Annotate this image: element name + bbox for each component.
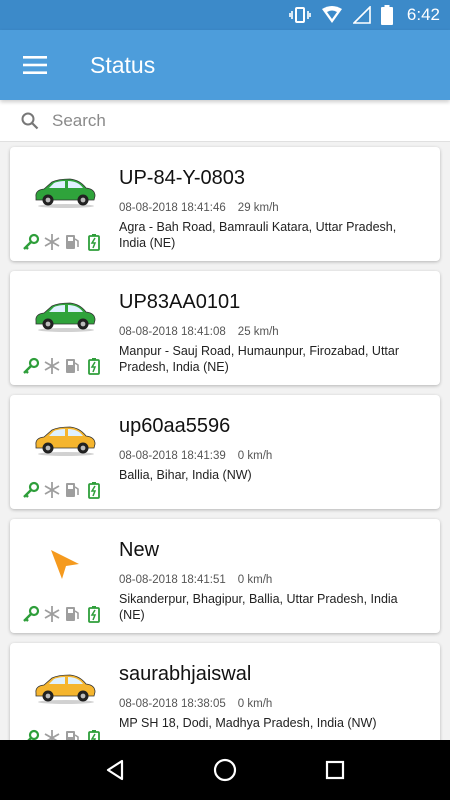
vehicle-address: Manpur - Sauj Road, Humaunpur, Firozabad… [119,344,399,374]
vehicle-address: Sikanderpur, Bhagipur, Ballia, Uttar Pra… [119,592,398,622]
recents-square-icon [325,760,345,780]
battery-charging-icon [85,729,103,740]
menu-button[interactable] [0,30,70,100]
vibrate-icon [289,7,311,23]
yellow-car-icon [32,663,98,713]
vehicle-speed: 25 km/h [237,326,279,338]
vehicle-name: up60aa5596 [119,415,231,437]
last-update-timestamp: 08-08-2018 18:41:39 [119,450,226,462]
green-car-icon [32,167,98,217]
vehicle-meta: 08-08-2018 18:41:51 0 km/h [119,574,272,586]
battery-charging-icon [85,605,103,623]
fuel-pump-icon [64,729,82,740]
vehicle-address: Ballia, Bihar, India (NW) [119,468,252,482]
battery-icon [380,5,393,25]
last-update-timestamp: 08-08-2018 18:41:08 [119,326,226,338]
recents-button[interactable] [315,750,355,790]
status-badges [22,481,103,499]
search-icon [21,112,39,129]
yellow-car-icon [32,415,98,465]
search-bar [0,100,450,142]
vehicle-card[interactable]: up60aa5596 08-08-2018 18:41:39 0 km/h Balli… [10,395,440,509]
vehicle-speed: 0 km/h [237,574,273,586]
home-circle-icon [213,758,237,782]
vehicle-meta: 08-08-2018 18:38:05 0 km/h [119,698,272,710]
ignition-key-icon [22,605,40,623]
ignition-key-icon [22,233,40,251]
battery-charging-icon [85,233,103,251]
vehicle-meta: 08-08-2018 18:41:46 29 km/h [119,202,279,214]
last-update-timestamp: 08-08-2018 18:38:05 [119,698,226,710]
hamburger-menu-icon [23,56,47,74]
ignition-key-icon [22,357,40,375]
status-badges [22,233,103,251]
search-input[interactable] [52,110,412,131]
ac-snowflake-icon [43,481,61,499]
vehicle-card[interactable]: New 08-08-2018 18:41:51 0 km/h Sikanderpur,… [10,519,440,633]
fuel-pump-icon [64,357,82,375]
wifi-icon [321,6,342,23]
vehicle-speed: 29 km/h [237,202,279,214]
fuel-pump-icon [64,233,82,251]
vehicle-meta: 08-08-2018 18:41:39 0 km/h [119,450,272,462]
vehicle-card[interactable]: saurabhjaiswal 08-08-2018 18:38:05 0 km/h M… [10,643,440,740]
battery-charging-icon [85,357,103,375]
ignition-key-icon [22,729,40,740]
page-title: Status [90,51,156,78]
signal-icon [352,6,371,24]
status-badges [22,357,103,375]
vehicle-list: UP-84-Y-0803 08-08-2018 18:41:46 29 km/h Ag… [0,142,450,740]
vehicle-speed: 0 km/h [237,450,273,462]
fuel-pump-icon [64,605,82,623]
vehicle-address: Agra - Bah Road, Bamrauli Katara, Uttar … [119,220,397,250]
vehicle-name: saurabhjaiswal [119,663,252,685]
last-update-timestamp: 08-08-2018 18:41:51 [119,574,226,586]
battery-charging-icon [85,481,103,499]
vehicle-speed: 0 km/h [237,698,273,710]
ac-snowflake-icon [43,729,61,740]
status-badges [22,729,103,740]
vehicle-card[interactable]: UP-84-Y-0803 08-08-2018 18:41:46 29 km/h Ag… [10,147,440,261]
status-bar: 6:42 [0,0,450,30]
back-triangle-icon [106,759,124,781]
fuel-pump-icon [64,481,82,499]
vehicle-card[interactable]: UP83AA0101 08-08-2018 18:41:08 25 km/h Manp… [10,271,440,385]
ac-snowflake-icon [43,357,61,375]
vehicle-name: New [119,539,160,561]
vehicle-meta: 08-08-2018 18:41:08 25 km/h [119,326,279,338]
status-badges [22,605,103,623]
ac-snowflake-icon [43,233,61,251]
app-bar: Status [0,30,450,100]
ac-snowflake-icon [43,605,61,623]
vehicle-name: UP83AA0101 [119,291,241,313]
navigation-bar [0,740,450,800]
ignition-key-icon [22,481,40,499]
last-update-timestamp: 08-08-2018 18:41:46 [119,202,226,214]
vehicle-address: MP SH 18, Dodi, Madhya Pradesh, India (N… [119,716,377,730]
green-car-icon [32,291,98,341]
home-button[interactable] [205,750,245,790]
orange-arrow-icon [32,539,98,589]
vehicle-name: UP-84-Y-0803 [119,167,246,189]
clock: 6:42 [406,5,440,24]
back-button[interactable] [95,750,135,790]
